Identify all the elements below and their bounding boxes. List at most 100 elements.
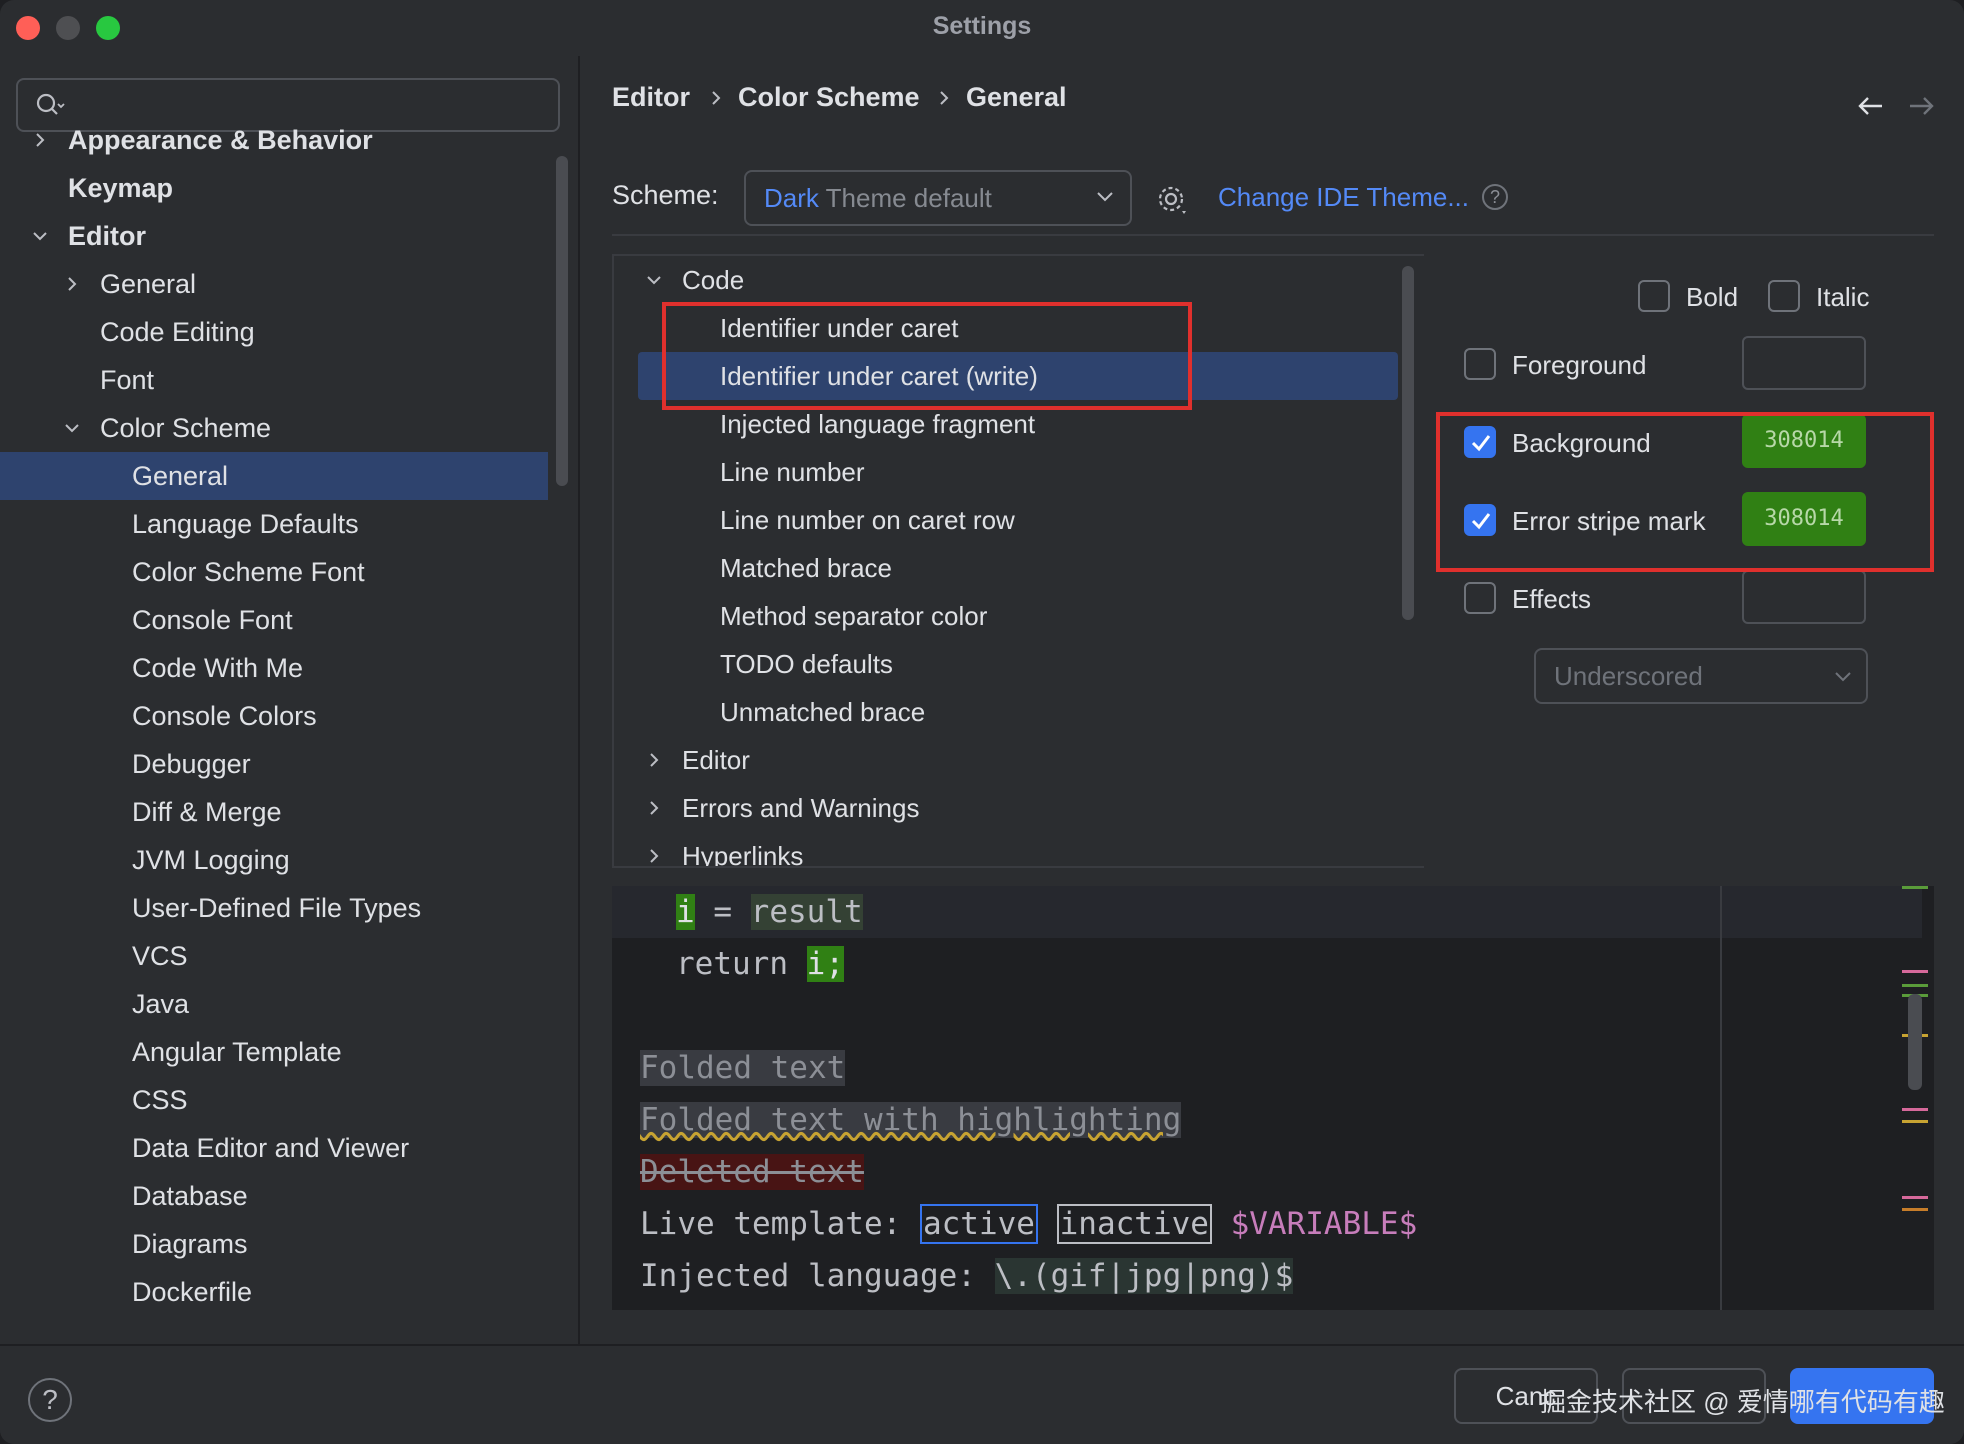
- sidebar-item-label: Color Scheme: [100, 413, 272, 443]
- sidebar-item-label: General: [132, 461, 229, 491]
- scheme-value-accent: Dark: [764, 183, 819, 213]
- sidebar-item-java[interactable]: Java: [0, 980, 548, 1028]
- breadcrumb-color-scheme[interactable]: Color Scheme: [738, 82, 920, 113]
- tree-group-hyperlinks[interactable]: Hyperlinks: [614, 832, 1394, 868]
- help-button[interactable]: ?: [28, 1378, 72, 1422]
- tree-group-code[interactable]: Code: [614, 256, 1394, 304]
- sidebar-item-color-scheme[interactable]: Color Scheme: [0, 404, 548, 452]
- preview-deleted-text: Deleted text: [640, 1154, 864, 1190]
- sidebar-item-label: JVM Logging: [132, 845, 290, 875]
- sidebar-item-label: Code Editing: [100, 317, 255, 347]
- settings-window: Settings Appearance & Behavior Keymap Ed…: [0, 0, 1964, 1444]
- sidebar-item-label: Keymap: [68, 173, 174, 203]
- sidebar-item-console-colors[interactable]: Console Colors: [0, 692, 548, 740]
- tree-scrollbar[interactable]: [1402, 266, 1414, 620]
- arrow-forward-icon[interactable]: [1906, 94, 1936, 118]
- tree-item-method-separator[interactable]: Method separator color: [720, 592, 987, 640]
- effects-label: Effects: [1512, 584, 1592, 614]
- foreground-checkbox[interactable]: [1464, 348, 1496, 380]
- chevron-right-icon: [36, 133, 45, 147]
- sidebar-item-label: CSS: [132, 1085, 188, 1115]
- sidebar-item-diagrams[interactable]: Diagrams: [0, 1220, 548, 1268]
- sidebar-scrollbar[interactable]: [556, 156, 568, 486]
- sidebar-item-color-scheme-font[interactable]: Color Scheme Font: [0, 548, 548, 596]
- error-stripe-mark[interactable]: [1902, 970, 1928, 973]
- sidebar-item-code-editing[interactable]: Code Editing: [0, 308, 548, 356]
- scheme-dropdown[interactable]: Dark Theme default: [744, 170, 1132, 226]
- chevron-right-icon: [650, 753, 659, 767]
- arrow-back-icon[interactable]: [1856, 94, 1886, 118]
- sidebar-item-label: VCS: [132, 941, 188, 971]
- preview-live-template: Live template: active inactive $VARIABLE…: [640, 1200, 1417, 1248]
- error-stripe-mark[interactable]: [1902, 984, 1928, 987]
- sidebar-item-diff-merge[interactable]: Diff & Merge: [0, 788, 548, 836]
- code-preview[interactable]: i = result return i; Folded text Folded …: [612, 886, 1934, 1310]
- effect-style-dropdown[interactable]: Underscored: [1534, 648, 1868, 704]
- sidebar-item-color-scheme-general[interactable]: General: [0, 452, 548, 500]
- tree-group-editor[interactable]: Editor: [614, 736, 1394, 784]
- tree-item-line-number[interactable]: Line number: [720, 448, 865, 496]
- tree-item-matched-brace[interactable]: Matched brace: [720, 544, 892, 592]
- error-stripe-mark[interactable]: [1902, 1208, 1928, 1211]
- chevron-down-icon: [65, 424, 79, 433]
- foreground-color-swatch[interactable]: [1742, 336, 1866, 390]
- sidebar-item-dockerfile[interactable]: Dockerfile: [0, 1268, 548, 1316]
- tree-node-label: Hyperlinks: [682, 841, 804, 868]
- preview-injected-prefix: Injected language:: [640, 1258, 995, 1294]
- chevron-right-icon: [650, 849, 659, 863]
- tree-node-label: Editor: [682, 745, 750, 775]
- help-icon[interactable]: ?: [1482, 184, 1508, 210]
- breadcrumb-general: General: [966, 82, 1067, 112]
- sidebar-item-label: Color Scheme Font: [132, 557, 365, 587]
- sidebar-item-label: User-Defined File Types: [132, 893, 422, 923]
- gear-icon[interactable]: [1156, 184, 1188, 216]
- tree-item-todo-defaults[interactable]: TODO defaults: [720, 640, 893, 688]
- sidebar-item-css[interactable]: CSS: [0, 1076, 548, 1124]
- italic-checkbox[interactable]: [1768, 280, 1800, 312]
- scheme-value: Theme default: [818, 183, 992, 213]
- settings-sidebar: Appearance & Behavior Keymap Editor Gene…: [0, 56, 578, 1344]
- sidebar-item-vcs[interactable]: VCS: [0, 932, 548, 980]
- sidebar-item-label: Editor: [68, 221, 146, 251]
- chevron-down-icon: [1097, 192, 1113, 202]
- watermark-text: 掘金技术社区 @ 爱情哪有代码有趣: [1540, 1387, 1945, 1417]
- tree-group-errors-warnings[interactable]: Errors and Warnings: [614, 784, 1394, 832]
- dialog-footer: ? Canc 掘金技术社区 @ 爱情哪有代码有趣: [0, 1344, 1964, 1444]
- tree-item-line-number-caret-row[interactable]: Line number on caret row: [720, 496, 1015, 544]
- error-stripe-mark[interactable]: [1902, 1196, 1928, 1199]
- sidebar-item-appearance[interactable]: Appearance & Behavior: [0, 116, 548, 164]
- sidebar-item-jvm-logging[interactable]: JVM Logging: [0, 836, 548, 884]
- tree-item-unmatched-brace[interactable]: Unmatched brace: [720, 688, 925, 736]
- bold-checkbox[interactable]: [1638, 280, 1670, 312]
- preview-folded: Folded text: [640, 1044, 846, 1092]
- sidebar-item-user-defined-file-types[interactable]: User-Defined File Types: [0, 884, 548, 932]
- change-ide-theme-link[interactable]: Change IDE Theme...: [1218, 182, 1469, 213]
- sidebar-item-keymap[interactable]: Keymap: [0, 164, 548, 212]
- preview-scrollbar[interactable]: [1908, 994, 1922, 1090]
- error-stripe-mark[interactable]: [1902, 886, 1928, 889]
- sidebar-item-editor[interactable]: Editor: [0, 212, 548, 260]
- sidebar-item-console-font[interactable]: Console Font: [0, 596, 548, 644]
- sidebar-item-data-editor[interactable]: Data Editor and Viewer: [0, 1124, 548, 1172]
- sidebar-item-angular-template[interactable]: Angular Template: [0, 1028, 548, 1076]
- breadcrumb-editor[interactable]: Editor: [612, 82, 690, 113]
- sidebar-item-database[interactable]: Database: [0, 1172, 548, 1220]
- sidebar-item-editor-general[interactable]: General: [0, 260, 548, 308]
- error-stripe-mark[interactable]: [1902, 1120, 1928, 1123]
- sidebar-item-label: Angular Template: [132, 1037, 342, 1067]
- effects-checkbox[interactable]: [1464, 582, 1496, 614]
- error-stripe-mark[interactable]: [1902, 1108, 1928, 1111]
- chevron-right-icon: [68, 277, 77, 291]
- effects-color-swatch[interactable]: [1742, 570, 1866, 624]
- sidebar-item-language-defaults[interactable]: Language Defaults: [0, 500, 548, 548]
- sidebar-item-code-with-me[interactable]: Code With Me: [0, 644, 548, 692]
- preview-operator: =: [694, 894, 751, 930]
- chevron-down-icon: [33, 232, 47, 241]
- sidebar-item-debugger[interactable]: Debugger: [0, 740, 548, 788]
- panel-divider[interactable]: [578, 56, 580, 1344]
- sidebar-item-label: Appearance & Behavior: [68, 125, 373, 155]
- sidebar-item-font[interactable]: Font: [0, 356, 548, 404]
- preview-live-template-inactive: inactive: [1056, 1204, 1212, 1244]
- sidebar-item-label: Language Defaults: [132, 509, 359, 539]
- preview-line-assignment: i = result: [676, 888, 863, 936]
